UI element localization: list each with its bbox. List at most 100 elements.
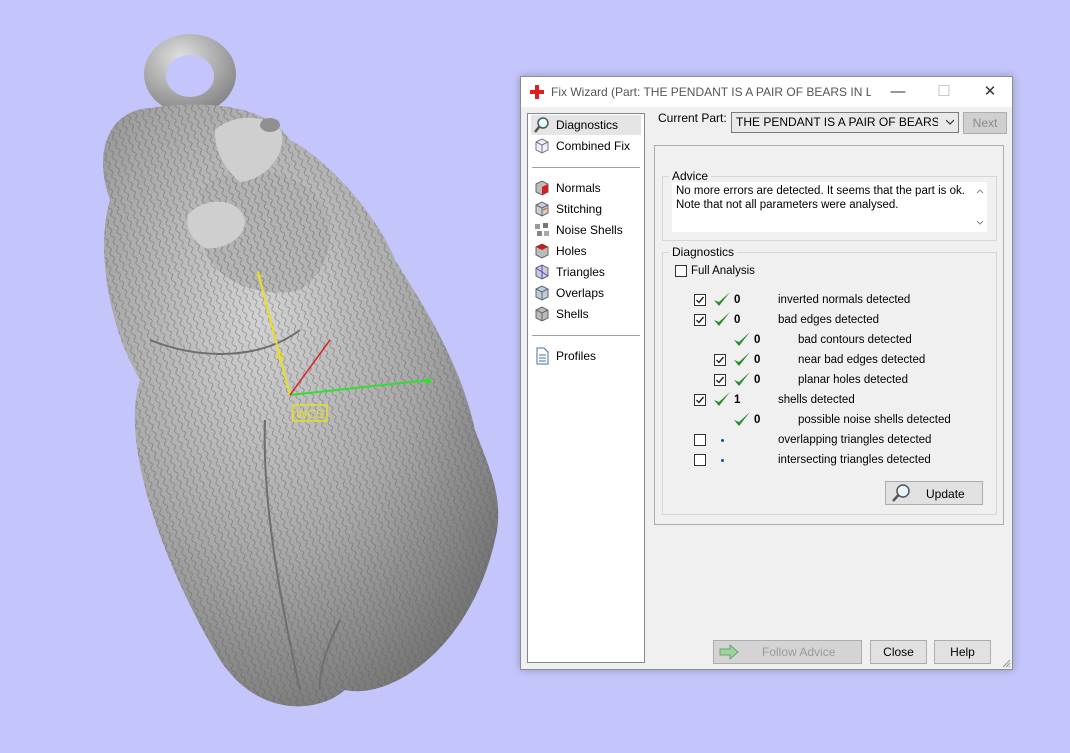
svg-text:Y: Y	[256, 273, 264, 285]
diag-row-checkbox[interactable]	[694, 294, 706, 306]
diag-row-label: bad edges detected	[778, 314, 880, 326]
close-window-button[interactable]: ✕	[967, 77, 1013, 107]
update-button[interactable]: Update	[885, 481, 983, 505]
green-check-icon	[734, 332, 750, 346]
diag-row-label: near bad edges detected	[798, 354, 926, 366]
nav-item-label: Stitching	[556, 202, 603, 216]
update-label: Update	[926, 487, 965, 501]
pending-dot-icon	[721, 459, 724, 462]
wcs-label: WCS	[296, 407, 324, 421]
pending-dot-icon	[721, 439, 724, 442]
nav-item-noise-shells[interactable]: Noise Shells	[531, 220, 641, 240]
triangles-cube-icon	[535, 264, 549, 280]
help-button[interactable]: Help	[934, 640, 991, 664]
wizard-nav-list: Diagnostics Combined Fix Normals Stitchi…	[527, 113, 645, 663]
red-cross-icon	[530, 85, 544, 99]
diag-row-count: 1	[734, 394, 741, 406]
document-icon	[536, 347, 549, 365]
nav-separator	[532, 167, 640, 168]
fix-wizard-dialog: Fix Wizard (Part: THE PENDANT IS A PAIR …	[520, 76, 1013, 670]
cube-outline-icon	[535, 138, 549, 154]
window-title: Fix Wizard (Part: THE PENDANT IS A PAIR …	[551, 85, 871, 99]
diag-row-checkbox[interactable]	[714, 374, 726, 386]
minimize-button[interactable]: —	[875, 77, 921, 107]
arrow-right-icon	[719, 644, 739, 660]
diag-row-count: 0	[754, 374, 761, 386]
follow-advice-button[interactable]: Follow Advice	[713, 640, 862, 664]
full-analysis-checkbox[interactable]	[675, 265, 687, 277]
nav-item-profiles[interactable]: Profiles	[531, 346, 641, 366]
current-part-value: THE PENDANT IS A PAIR OF BEARS IN L	[736, 115, 938, 129]
checkmark-icon	[696, 316, 705, 324]
nav-item-stitching[interactable]: Stitching	[531, 199, 641, 219]
diag-row-checkbox[interactable]	[714, 354, 726, 366]
stitching-cube-icon	[535, 201, 549, 217]
follow-advice-label: Follow Advice	[762, 645, 836, 659]
nav-item-label: Holes	[556, 244, 587, 258]
nav-item-label: Overlaps	[556, 286, 605, 300]
nav-item-label: Profiles	[556, 349, 597, 363]
diag-row-count: 0	[754, 414, 761, 426]
diag-row-checkbox[interactable]	[694, 314, 706, 326]
diag-row-checkbox[interactable]	[694, 394, 706, 406]
diag-row-count: 0	[754, 354, 761, 366]
maximize-button[interactable]: ☐	[921, 77, 967, 107]
nav-item-triangles[interactable]: Triangles	[531, 262, 641, 282]
resize-grip-icon[interactable]	[1001, 658, 1011, 668]
nav-item-label: Noise Shells	[556, 223, 623, 237]
current-part-label: Current Part:	[658, 111, 727, 125]
checkmark-icon	[696, 296, 705, 304]
diag-row-count: 0	[734, 294, 741, 306]
noise-shells-icon	[535, 223, 549, 236]
diag-row-checkbox[interactable]	[694, 454, 706, 466]
nav-item-overlaps[interactable]: Overlaps	[531, 283, 641, 303]
checkmark-icon	[716, 356, 725, 364]
magnifier-icon	[534, 117, 549, 133]
nav-item-shells[interactable]: Shells	[531, 304, 641, 324]
green-check-icon	[734, 352, 750, 366]
overlaps-cube-icon	[535, 285, 549, 301]
next-button[interactable]: Next	[963, 112, 1007, 134]
diag-row-label: possible noise shells detected	[798, 414, 951, 426]
advice-textbox[interactable]: No more errors are detected. It seems th…	[672, 182, 987, 232]
holes-cube-icon	[535, 243, 549, 259]
magnifier-icon	[892, 484, 910, 502]
diag-row-count: 0	[754, 334, 761, 346]
nav-item-label: Combined Fix	[556, 139, 631, 153]
nav-item-label: Diagnostics	[556, 118, 619, 132]
advice-title: Advice	[672, 169, 709, 183]
advice-text-line-2: Note that not all parameters were analys…	[676, 199, 899, 211]
checkmark-icon	[696, 396, 705, 404]
full-analysis-label: Full Analysis	[691, 265, 755, 277]
diagnostics-title: Diagnostics	[672, 245, 735, 259]
nav-item-label: Normals	[556, 181, 601, 195]
current-part-select[interactable]: THE PENDANT IS A PAIR OF BEARS IN L	[731, 112, 959, 133]
nav-separator	[532, 335, 640, 336]
diag-row-checkbox[interactable]	[694, 434, 706, 446]
diag-row-label: shells detected	[778, 394, 855, 406]
checkmark-icon	[716, 376, 725, 384]
diag-row-label: intersecting triangles detected	[778, 454, 931, 466]
diag-row-label: inverted normals detected	[778, 294, 911, 306]
nav-item-holes[interactable]: Holes	[531, 241, 641, 261]
close-button[interactable]: Close	[870, 640, 927, 664]
diag-row-label: bad contours detected	[798, 334, 912, 346]
nav-item-label: Shells	[556, 307, 589, 321]
nav-item-diagnostics[interactable]: Diagnostics	[531, 115, 641, 135]
green-check-icon	[734, 372, 750, 386]
diag-row-label: overlapping triangles detected	[778, 434, 932, 446]
nav-item-combined-fix[interactable]: Combined Fix	[531, 136, 641, 156]
green-check-icon	[714, 312, 730, 326]
advice-text-line-1: No more errors are detected. It seems th…	[676, 185, 965, 197]
chevron-down-icon	[946, 119, 954, 125]
bear-pendant-model[interactable]	[103, 34, 499, 707]
green-check-icon	[734, 412, 750, 426]
shells-cube-icon	[535, 306, 549, 322]
green-check-icon	[714, 292, 730, 306]
advice-scrollbar[interactable]	[973, 182, 987, 232]
nav-item-normals[interactable]: Normals	[531, 178, 641, 198]
title-bar[interactable]: Fix Wizard (Part: THE PENDANT IS A PAIR …	[521, 77, 1012, 107]
nav-item-label: Triangles	[556, 265, 605, 279]
diag-row-count: 0	[734, 314, 741, 326]
diag-row-label: planar holes detected	[798, 374, 908, 386]
